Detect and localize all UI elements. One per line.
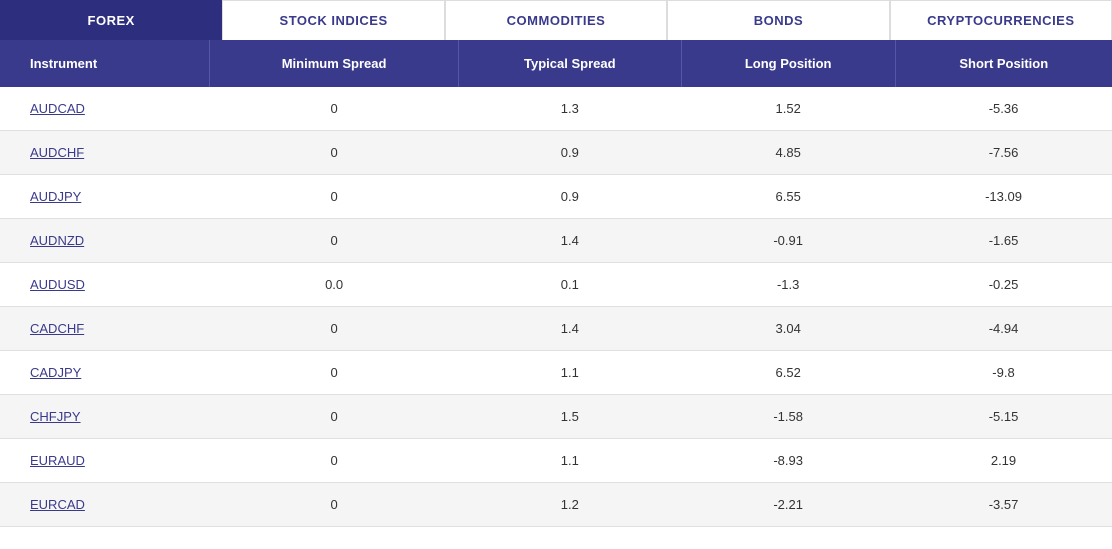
- cell-min-spread: 0: [210, 307, 458, 351]
- cell-short-position: -3.57: [895, 483, 1112, 527]
- tab-bar: FOREX STOCK INDICES COMMODITIES BONDS CR…: [0, 0, 1112, 40]
- instrument-link[interactable]: CHFJPY: [30, 409, 81, 424]
- cell-instrument: EURAUD: [0, 439, 210, 483]
- cell-min-spread: 0: [210, 219, 458, 263]
- col-typical-spread: Typical Spread: [458, 40, 681, 87]
- cell-min-spread: 0: [210, 175, 458, 219]
- cell-instrument: CHFJPY: [0, 395, 210, 439]
- cell-typical-spread: 0.9: [458, 131, 681, 175]
- cell-typical-spread: 1.3: [458, 87, 681, 131]
- cell-typical-spread: 1.2: [458, 483, 681, 527]
- table-row: AUDNZD 0 1.4 -0.91 -1.65: [0, 219, 1112, 263]
- cell-instrument: AUDCAD: [0, 87, 210, 131]
- table-row: CHFJPY 0 1.5 -1.58 -5.15: [0, 395, 1112, 439]
- cell-short-position: -0.25: [895, 263, 1112, 307]
- tab-bonds[interactable]: BONDS: [667, 0, 889, 40]
- cell-instrument: AUDNZD: [0, 219, 210, 263]
- col-min-spread: Minimum Spread: [210, 40, 458, 87]
- cell-long-position: -8.93: [681, 439, 895, 483]
- cell-typical-spread: 1.5: [458, 395, 681, 439]
- cell-min-spread: 0: [210, 131, 458, 175]
- tab-stock-indices[interactable]: STOCK INDICES: [222, 0, 444, 40]
- cell-short-position: -13.09: [895, 175, 1112, 219]
- cell-long-position: 3.04: [681, 307, 895, 351]
- instrument-link[interactable]: CADCHF: [30, 321, 84, 336]
- cell-long-position: 6.55: [681, 175, 895, 219]
- cell-min-spread: 0: [210, 439, 458, 483]
- cell-short-position: -9.8: [895, 351, 1112, 395]
- table-row: AUDCHF 0 0.9 4.85 -7.56: [0, 131, 1112, 175]
- table-row: EURCAD 0 1.2 -2.21 -3.57: [0, 483, 1112, 527]
- cell-min-spread: 0: [210, 483, 458, 527]
- col-short-position: Short Position: [895, 40, 1112, 87]
- cell-min-spread: 0: [210, 351, 458, 395]
- cell-typical-spread: 1.1: [458, 439, 681, 483]
- cell-typical-spread: 1.4: [458, 219, 681, 263]
- cell-typical-spread: 1.4: [458, 307, 681, 351]
- table-row: AUDJPY 0 0.9 6.55 -13.09: [0, 175, 1112, 219]
- cell-typical-spread: 1.1: [458, 351, 681, 395]
- tab-forex[interactable]: FOREX: [0, 0, 222, 40]
- cell-short-position: -5.15: [895, 395, 1112, 439]
- cell-long-position: -0.91: [681, 219, 895, 263]
- instrument-link[interactable]: AUDUSD: [30, 277, 85, 292]
- cell-long-position: 6.52: [681, 351, 895, 395]
- cell-instrument: AUDUSD: [0, 263, 210, 307]
- table-row: CADCHF 0 1.4 3.04 -4.94: [0, 307, 1112, 351]
- table-row: AUDUSD 0.0 0.1 -1.3 -0.25: [0, 263, 1112, 307]
- instrument-link[interactable]: CADJPY: [30, 365, 81, 380]
- table-row: CADJPY 0 1.1 6.52 -9.8: [0, 351, 1112, 395]
- cell-instrument: CADCHF: [0, 307, 210, 351]
- cell-instrument: EURCAD: [0, 483, 210, 527]
- table-row: EURAUD 0 1.1 -8.93 2.19: [0, 439, 1112, 483]
- table-header-row: Instrument Minimum Spread Typical Spread…: [0, 40, 1112, 87]
- cell-instrument: CADJPY: [0, 351, 210, 395]
- table-row: AUDCAD 0 1.3 1.52 -5.36: [0, 87, 1112, 131]
- cell-min-spread: 0: [210, 87, 458, 131]
- instrument-link[interactable]: AUDJPY: [30, 189, 81, 204]
- cell-short-position: -7.56: [895, 131, 1112, 175]
- instrument-link[interactable]: AUDCHF: [30, 145, 84, 160]
- cell-short-position: -5.36: [895, 87, 1112, 131]
- forex-table: Instrument Minimum Spread Typical Spread…: [0, 40, 1112, 527]
- cell-min-spread: 0: [210, 395, 458, 439]
- cell-short-position: -1.65: [895, 219, 1112, 263]
- cell-min-spread: 0.0: [210, 263, 458, 307]
- cell-short-position: -4.94: [895, 307, 1112, 351]
- cell-long-position: 1.52: [681, 87, 895, 131]
- instrument-link[interactable]: AUDCAD: [30, 101, 85, 116]
- cell-long-position: -2.21: [681, 483, 895, 527]
- tab-commodities[interactable]: COMMODITIES: [445, 0, 667, 40]
- cell-instrument: AUDJPY: [0, 175, 210, 219]
- instrument-link[interactable]: EURAUD: [30, 453, 85, 468]
- col-long-position: Long Position: [681, 40, 895, 87]
- cell-instrument: AUDCHF: [0, 131, 210, 175]
- col-instrument: Instrument: [0, 40, 210, 87]
- cell-typical-spread: 0.1: [458, 263, 681, 307]
- instrument-link[interactable]: EURCAD: [30, 497, 85, 512]
- cell-long-position: -1.58: [681, 395, 895, 439]
- cell-typical-spread: 0.9: [458, 175, 681, 219]
- instrument-link[interactable]: AUDNZD: [30, 233, 84, 248]
- cell-long-position: 4.85: [681, 131, 895, 175]
- cell-short-position: 2.19: [895, 439, 1112, 483]
- cell-long-position: -1.3: [681, 263, 895, 307]
- tab-cryptocurrencies[interactable]: CRYPTOCURRENCIES: [890, 0, 1112, 40]
